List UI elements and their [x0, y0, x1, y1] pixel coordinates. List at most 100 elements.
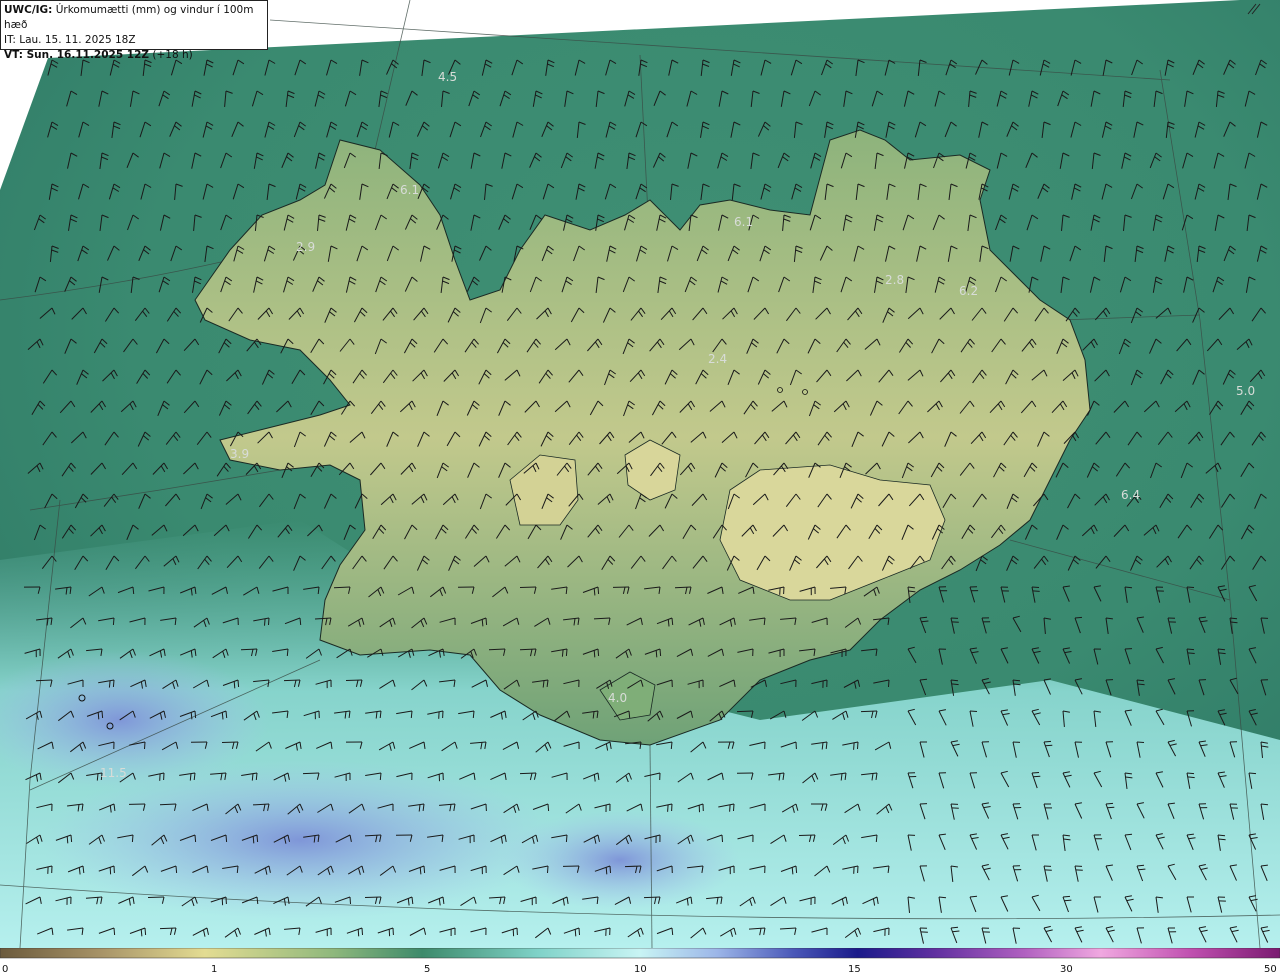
wind-barb [624, 865, 642, 868]
map-label: 6.4 [1121, 488, 1140, 502]
legend-tick: 1 [211, 964, 218, 975]
legend-tick: 30 [1060, 964, 1073, 975]
wind-barb-feather [671, 927, 674, 936]
map-label: 4.0 [608, 691, 627, 705]
wind-barb-feather [1136, 741, 1145, 743]
wind-barb-feather [1217, 648, 1226, 651]
wind-barb [519, 772, 537, 775]
wind-barb-feather [609, 865, 611, 874]
wind-barb-feather [97, 712, 100, 720]
wind-barb [860, 710, 878, 713]
model-name: UWC/IG: [4, 4, 53, 16]
wind-barb-feather [1138, 868, 1146, 871]
wind-barb-feather [1137, 683, 1145, 686]
legend-tick: 50 [1264, 964, 1277, 975]
wind-barb-feather [144, 927, 147, 936]
wind-barb-feather [565, 834, 568, 843]
wind-barb-feather [795, 865, 798, 874]
wind-barb-feather [969, 710, 978, 712]
wind-barb-feather [1074, 616, 1083, 619]
wind-barb-feather [419, 867, 422, 875]
wind-barb-feather [667, 804, 669, 812]
wind-barb-feather [144, 741, 146, 750]
wind-barb-feather [481, 619, 484, 627]
wind-barb-feather [952, 930, 960, 933]
wind-barb-feather [299, 617, 302, 626]
wind-barb-feather [1033, 775, 1041, 778]
wind-barb-feather [194, 710, 197, 719]
wind-barb-feather [221, 712, 224, 720]
wind-barb-feather [670, 741, 673, 750]
wind-barb-feather [593, 650, 596, 658]
wind-barb-feather [574, 929, 577, 937]
wind-barb-feather [1031, 772, 1040, 774]
wind-barb-feather [485, 617, 488, 626]
map-label: 6.1 [734, 215, 753, 229]
wind-barb-feather [721, 834, 723, 843]
wind-barb-feather [225, 834, 228, 843]
wind-barb [283, 679, 301, 682]
wind-barb-feather [236, 865, 239, 874]
wind-barb-feather [1031, 586, 1040, 588]
wind-barb [221, 741, 239, 743]
wind-barb [159, 803, 177, 806]
map-label: 11.5 [100, 766, 127, 780]
wind-barb-feather [131, 834, 134, 843]
wind-barb-feather [423, 865, 426, 874]
wind-barb-feather [888, 679, 890, 688]
wind-barb-feather [132, 586, 135, 595]
wind-barb-feather [1045, 744, 1053, 747]
map-label: 6.1 [400, 183, 419, 197]
wind-barb-feather [1062, 895, 1071, 898]
map-label: 2.8 [885, 273, 904, 287]
wind-barb-feather [252, 836, 255, 844]
wind-barb-feather [66, 836, 69, 844]
wind-barb-feather [286, 648, 289, 657]
wind-barb-feather [175, 865, 178, 874]
wind-barb-feather [853, 742, 855, 750]
wind-barb-feather [593, 588, 596, 596]
wind-barb-feather [361, 927, 363, 936]
wind-barb-feather [1218, 652, 1226, 655]
wind-barb-feather [919, 678, 928, 681]
wind-barb-feather [190, 712, 193, 720]
map-label: 4.5 [438, 70, 457, 84]
wind-barb-feather [379, 772, 382, 781]
precip-band-south [40, 760, 560, 920]
wind-barb-feather [628, 710, 631, 719]
wind-barb-feather [597, 586, 600, 595]
wind-barb-feather [268, 617, 270, 626]
wind-barb-feather [256, 834, 259, 843]
wind-barb-feather [1107, 806, 1115, 809]
wind-barb-feather [1218, 838, 1226, 841]
wind-barb-feather [112, 617, 115, 626]
map-label: 5.0 [1236, 384, 1255, 398]
wind-barb [519, 586, 537, 588]
wind-barb-feather [194, 834, 197, 843]
wind-barb-feather [1136, 864, 1145, 867]
color-scale-bar [0, 948, 1280, 959]
wind-barb-feather [1187, 776, 1195, 779]
init-time: IT: Lau. 15. 11. 2025 18Z [4, 34, 136, 46]
map-header: UWC/IG: Úrkomumætti (mm) og vindur í 100… [0, 0, 268, 61]
wind-barb-feather [96, 773, 99, 781]
wind-barb-feather [950, 926, 959, 929]
wind-barb-feather [1043, 740, 1052, 743]
wind-barb [798, 834, 816, 836]
wind-barb-feather [70, 834, 73, 843]
precip-band-center [500, 810, 740, 910]
wind-barb-feather [547, 803, 550, 812]
wind-barb-feather [919, 616, 928, 619]
wind-barb-feather [729, 804, 731, 812]
lead-time: (+18 h) [152, 49, 193, 61]
wind-barb-feather [667, 619, 670, 627]
legend-tick: 0 [2, 964, 9, 975]
wind-barb-feather [112, 679, 115, 688]
wind-barb-feather [578, 927, 580, 936]
wind-barb-feather [1032, 590, 1040, 592]
wind-barb-feather [1187, 652, 1195, 654]
map-label: 2.4 [708, 352, 727, 366]
wind-barb [674, 586, 692, 589]
wind-barb-feather [108, 680, 111, 688]
legend-tick: 10 [634, 964, 647, 975]
